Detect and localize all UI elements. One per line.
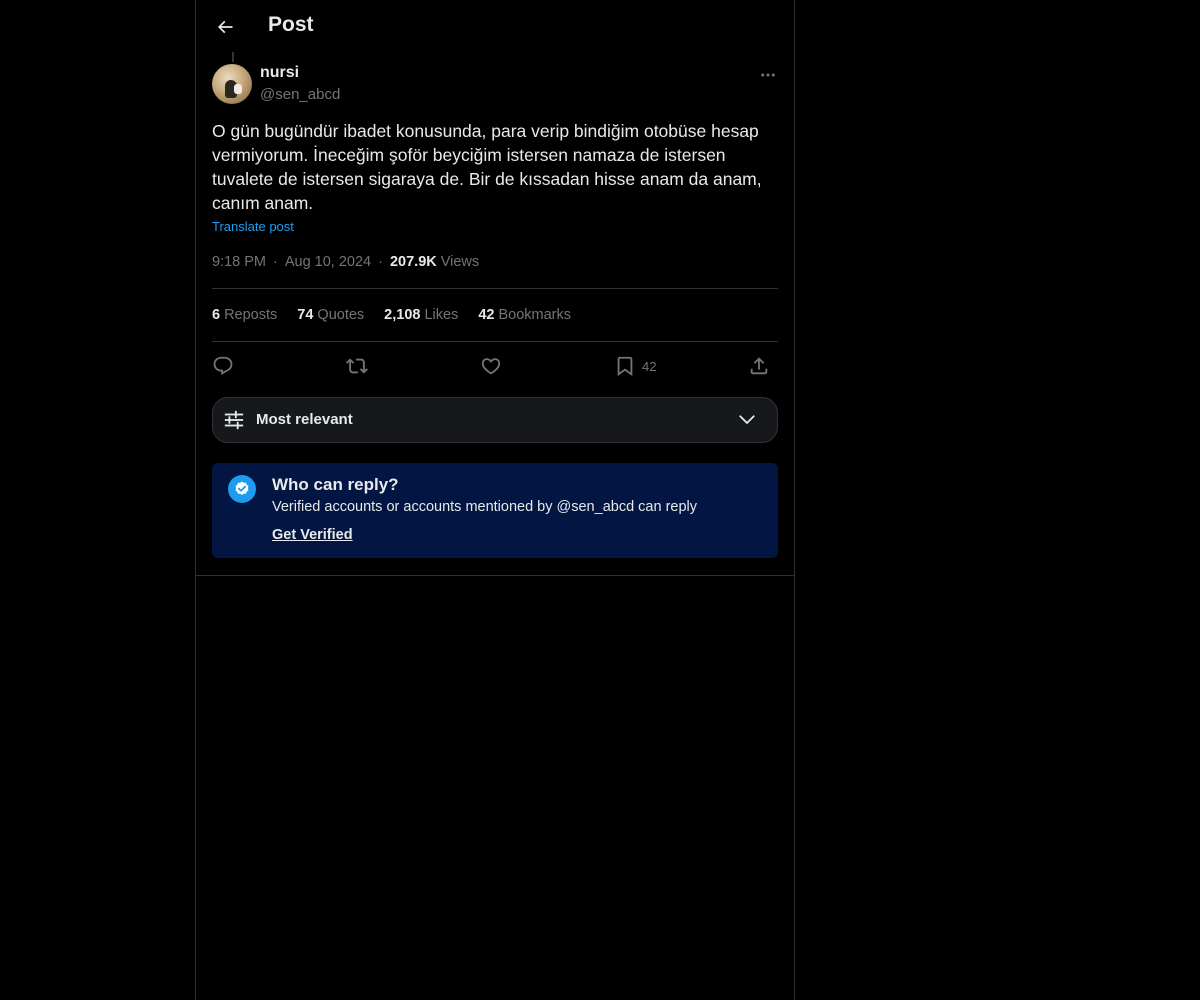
likes-count: 2,108 [384, 307, 421, 323]
bookmark-icon [617, 356, 633, 377]
back-button[interactable] [208, 10, 242, 44]
thread-connector-line [232, 52, 234, 62]
reply-restriction-title: Who can reply? [272, 475, 399, 494]
header: Post [196, 0, 794, 54]
like-button[interactable] [480, 352, 502, 380]
reposts-stat[interactable]: 6 Reposts [212, 307, 277, 323]
divider [212, 288, 778, 289]
meta-separator: · [378, 254, 383, 270]
chevron-down-icon [739, 415, 755, 424]
views-label: Views [440, 254, 480, 270]
share-button[interactable] [748, 352, 770, 380]
author-handle[interactable]: @sen_abcd [260, 86, 340, 103]
likes-stat[interactable]: 2,108 Likes [384, 307, 458, 323]
likes-label: Likes [424, 307, 459, 323]
post-column: Post nursi @sen_abcd O gün bugündür ibad… [195, 0, 795, 1000]
reply-button[interactable] [212, 352, 234, 380]
sort-label: Most relevant [256, 411, 353, 428]
more-dots-icon [761, 73, 775, 77]
post-meta: 9:18 PM · Aug 10, 2024 · 207.9K Views [212, 254, 479, 270]
quotes-stat[interactable]: 74 Quotes [297, 307, 364, 323]
bookmarks-count: 42 [478, 307, 495, 323]
avatar[interactable] [212, 64, 252, 104]
divider [196, 575, 794, 576]
meta-separator: · [273, 254, 278, 270]
reply-sort-dropdown[interactable]: Most relevant [212, 397, 778, 443]
repost-button[interactable] [346, 352, 368, 380]
avatar-detail [234, 84, 242, 94]
post-actions: 42 [212, 352, 778, 380]
divider [212, 341, 778, 342]
quotes-count: 74 [297, 307, 314, 323]
reply-restriction-description: Verified accounts or accounts mentioned … [272, 499, 697, 515]
heart-icon [481, 358, 501, 375]
more-options-button[interactable] [756, 64, 780, 86]
bookmarks-stat[interactable]: 42 Bookmarks [478, 307, 571, 323]
reply-restriction-notice: Who can reply? Verified accounts or acco… [212, 463, 778, 558]
share-icon [750, 357, 768, 375]
page-title: Post [268, 13, 314, 36]
quotes-label: Quotes [317, 307, 365, 323]
reposts-count: 6 [212, 307, 221, 323]
verified-badge-icon [228, 475, 256, 503]
author-display-name[interactable]: nursi [260, 64, 299, 82]
reposts-label: Reposts [224, 307, 278, 323]
views-count: 207.9K [389, 254, 437, 270]
post-date[interactable]: Aug 10, 2024 [285, 254, 371, 270]
bookmark-count: 42 [642, 358, 657, 374]
repost-icon [346, 358, 368, 374]
back-arrow-icon [217, 20, 233, 34]
bookmark-button[interactable]: 42 [614, 352, 656, 380]
post-time[interactable]: 9:18 PM [212, 254, 266, 270]
post-text: O gün bugündür ibadet konusunda, para ve… [212, 121, 767, 213]
filter-sliders-icon [224, 410, 244, 430]
get-verified-link[interactable]: Get Verified [272, 527, 353, 543]
translate-post-link[interactable]: Translate post [212, 219, 294, 234]
reply-icon [213, 356, 233, 375]
post-stats: 6 Reposts 74 Quotes 2,108 Likes 42 Bookmarks [212, 307, 571, 323]
bookmarks-label: Bookmarks [498, 307, 571, 323]
